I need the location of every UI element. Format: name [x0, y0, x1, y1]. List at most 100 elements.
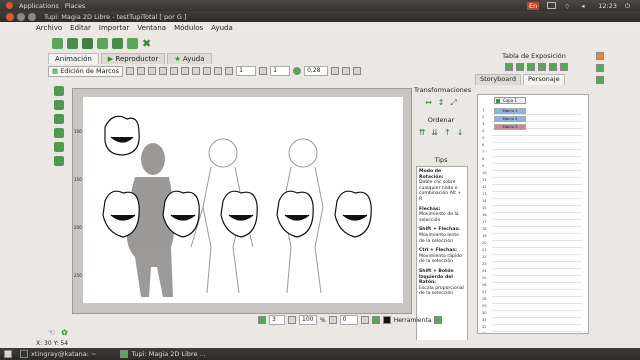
layer-visibility-icon[interactable]: [181, 67, 190, 75]
properties-icon[interactable]: [127, 38, 138, 49]
system-logo-icon[interactable]: [6, 2, 13, 9]
move-down-icon[interactable]: [560, 63, 568, 71]
frame-cell[interactable]: Marco 3: [494, 124, 526, 130]
network-icon[interactable]: ⌔: [564, 2, 573, 11]
menu-ventana[interactable]: Ventana: [137, 24, 166, 32]
shape-tool-icon[interactable]: [54, 128, 64, 138]
safe-area-icon[interactable]: [192, 67, 201, 75]
pen-color-icon[interactable]: [371, 316, 380, 324]
add-layer-icon[interactable]: [505, 63, 513, 71]
opacity-spin[interactable]: 0,28: [304, 66, 329, 76]
volume-icon[interactable]: ◂: [581, 2, 590, 10]
eraser-tool-icon[interactable]: [54, 156, 64, 166]
minimize-window-icon[interactable]: [17, 12, 25, 21]
send-backward-icon[interactable]: ↓: [457, 128, 464, 137]
new-project-icon[interactable]: [52, 38, 63, 49]
exposure-row-number: 21: [482, 248, 487, 252]
tab-animacion[interactable]: Animación: [48, 53, 99, 64]
tab-ayuda[interactable]: ★ Ayuda: [167, 53, 212, 64]
exposure-dock-icon[interactable]: [596, 52, 604, 60]
show-desktop-icon[interactable]: [4, 350, 12, 358]
open-net-project-icon[interactable]: [82, 38, 93, 49]
menu-ayuda[interactable]: Ayuda: [211, 24, 233, 32]
right-dock: [596, 52, 608, 102]
bring-front-icon[interactable]: ⇈: [419, 128, 426, 137]
flip-horizontal-icon[interactable]: ↔: [425, 98, 432, 108]
close-window-icon[interactable]: [6, 12, 14, 21]
mail-icon[interactable]: [547, 2, 557, 9]
keyboard-indicator[interactable]: En: [527, 1, 540, 10]
flip-vertical-icon[interactable]: ↕: [438, 98, 445, 108]
rotation-spin[interactable]: 0: [339, 315, 358, 325]
close-project-icon[interactable]: ✖: [142, 38, 153, 49]
next-onion-spin[interactable]: 1: [270, 66, 291, 76]
save-project-icon[interactable]: [97, 38, 108, 49]
prev-frame-icon[interactable]: [126, 67, 135, 75]
exposure-table[interactable]: Capa 1 1 2 3 4 5 6 7 8 9 10 11 12 13 14 15 16 17 18 19 20 21…: [477, 94, 589, 334]
menu-archivo[interactable]: Archivo: [36, 24, 62, 32]
onion-back-icon[interactable]: [159, 67, 168, 75]
onion-next-icon[interactable]: [259, 67, 268, 75]
preview-icon[interactable]: [214, 67, 223, 75]
exposure-grid-line: [492, 177, 582, 178]
library-dock-icon[interactable]: [596, 64, 604, 72]
power-icon[interactable]: ⏻: [625, 2, 634, 10]
edit-frames-button[interactable]: ▦ Edición de Marcos: [48, 65, 124, 77]
next-frame-icon[interactable]: [137, 67, 146, 75]
send-back-icon[interactable]: ⇊: [431, 128, 438, 137]
rulers-icon[interactable]: [203, 67, 212, 75]
opacity-icon[interactable]: [293, 67, 302, 75]
color-palette-icon[interactable]: ✿: [61, 328, 68, 337]
zoom-spin[interactable]: 100: [299, 315, 317, 325]
exposure-row-number: 11: [482, 178, 487, 182]
exposure-grid-line: [492, 184, 582, 185]
exposure-row-number: 18: [482, 227, 487, 231]
tab-storyboard[interactable]: Storyboard: [475, 74, 521, 85]
layer-header[interactable]: Capa 1: [494, 97, 526, 104]
places-menu[interactable]: Places: [65, 2, 86, 10]
move-up-icon[interactable]: [549, 63, 557, 71]
tab-personaje[interactable]: Personaje: [522, 74, 565, 85]
settings-icon[interactable]: [353, 67, 362, 75]
previous-onion-spin[interactable]: 1: [236, 66, 257, 76]
frame-cell[interactable]: Marco 2: [494, 116, 526, 122]
pencil-tool-icon[interactable]: [54, 86, 64, 96]
frame-cell[interactable]: Marco 1: [494, 108, 526, 114]
remove-frame-icon[interactable]: [538, 63, 546, 71]
task-terminal[interactable]: xtingray@katana: ~: [20, 350, 96, 358]
applications-menu[interactable]: Applications: [19, 2, 59, 10]
open-project-icon[interactable]: [67, 38, 78, 49]
exposure-grid-line: [492, 212, 582, 213]
tip-text: Movimiento rápido de la selección: [419, 253, 462, 265]
flip-diagonal-icon[interactable]: ⤢: [451, 98, 457, 108]
window-titlebar[interactable]: Tupi: Magia 2D Libre - testTupiTotal [ p…: [0, 11, 640, 22]
task-tupi[interactable]: Tupi: Magia 2D Libre ...: [120, 350, 206, 358]
hand-icon[interactable]: ☜: [48, 328, 55, 337]
remove-layer-icon[interactable]: [516, 63, 524, 71]
zoom-percent: %: [320, 316, 326, 324]
layer-icon[interactable]: [331, 67, 340, 75]
fill-color-icon[interactable]: [382, 316, 391, 324]
antialias-icon[interactable]: [360, 316, 369, 324]
scenes-dock-icon[interactable]: [596, 76, 604, 84]
bring-forward-icon[interactable]: ↑: [444, 128, 451, 137]
selection-tool-icon[interactable]: [54, 100, 64, 110]
frame-spin[interactable]: 3: [269, 315, 285, 325]
save-as-icon[interactable]: [112, 38, 123, 49]
maximize-window-icon[interactable]: [28, 12, 36, 21]
text-tool-icon[interactable]: [54, 142, 64, 152]
menu-editar[interactable]: Editar: [70, 24, 91, 32]
menu-importar[interactable]: Importar: [99, 24, 129, 32]
grid-icon[interactable]: [148, 67, 157, 75]
drawing-canvas[interactable]: [83, 97, 403, 303]
add-frame-icon[interactable]: [527, 63, 535, 71]
onion-front-icon[interactable]: [170, 67, 179, 75]
clock[interactable]: 12:23: [598, 2, 617, 10]
full-screen-icon[interactable]: [225, 67, 234, 75]
ruler-label: 150: [74, 177, 82, 182]
camera-icon[interactable]: [342, 67, 351, 75]
layer-visible-icon[interactable]: [496, 99, 500, 103]
fill-tool-icon[interactable]: [54, 114, 64, 124]
tab-reproductor[interactable]: ▶ Reproductor: [100, 53, 166, 64]
menu-modulos[interactable]: Módulos: [174, 24, 203, 32]
